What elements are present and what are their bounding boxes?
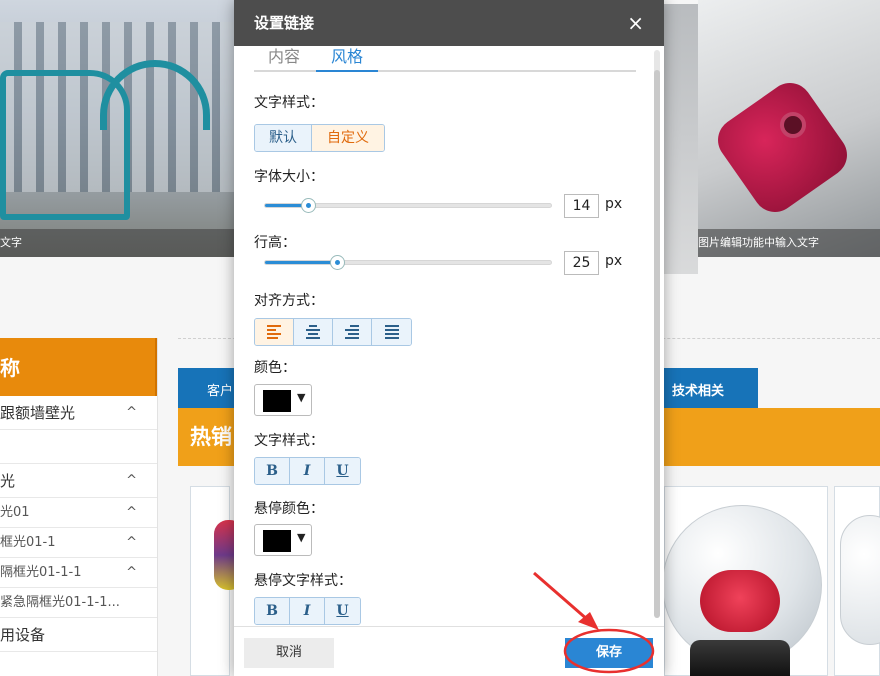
product-image-bow (690, 640, 790, 676)
line-height-slider-fill (265, 261, 337, 264)
sidebar-item[interactable]: 光 ^ (0, 464, 157, 498)
dialog-tabs: 内容 风格 (254, 46, 636, 72)
banner-image-edge (662, 4, 698, 274)
text-style-default-button[interactable]: 默认 (255, 125, 312, 151)
banner-caption-right: 图片编辑功能中输入文字 (698, 229, 880, 257)
text-style-toggle: 默认 自定义 (254, 124, 385, 152)
align-justify-icon[interactable] (372, 319, 411, 345)
save-button[interactable]: 保存 (565, 638, 653, 668)
tab-content[interactable]: 内容 (268, 46, 300, 68)
sidebar-item[interactable] (0, 430, 157, 464)
banner-caption-left: 文字 (0, 229, 240, 257)
sidebar-item[interactable]: 框光01-1 ^ (0, 528, 157, 558)
product-image-globe (840, 515, 880, 645)
dialog-title: 设置链接 (254, 14, 315, 32)
dialog-body: 内容 风格 文字样式： 默认 自定义 字体大小： 14 px 行高： 25 px… (234, 46, 664, 626)
bold-button[interactable]: B (255, 458, 290, 484)
hover-color-label: 悬停颜色： (254, 501, 324, 517)
dialog-footer: 取消 保存 (234, 626, 664, 676)
cancel-button[interactable]: 取消 (244, 638, 334, 668)
caret-down-icon: ▼ (297, 531, 306, 544)
chevron-up-icon[interactable]: ^ (126, 464, 137, 497)
hot-sale-title: 热销 (190, 425, 232, 449)
sharpener-hole (780, 112, 806, 138)
dialog-header: 设置链接 × (234, 0, 664, 46)
hover-color-picker[interactable]: ▼ (254, 524, 312, 556)
hover-format-label: 悬停文字样式： (254, 573, 352, 589)
nav-tab-tech[interactable]: 技术相关 (672, 380, 724, 399)
product-image-rose (700, 570, 780, 632)
color-swatch (263, 390, 291, 412)
line-height-input[interactable]: 25 (564, 251, 599, 275)
text-style-custom-button[interactable]: 自定义 (312, 125, 384, 151)
caret-down-icon: ▼ (297, 391, 306, 404)
text-style-label: 文字样式： (254, 95, 324, 111)
category-sidebar: 称 跟额墙壁光 ^ 光 ^ 光01 ^ 框光01-1 ^ 隔框光01-1-1 ^… (0, 338, 158, 676)
hover-italic-button[interactable]: I (290, 598, 325, 624)
color-label: 颜色： (254, 360, 296, 376)
chevron-up-icon[interactable]: ^ (126, 498, 137, 527)
sidebar-item[interactable]: 用设备 (0, 618, 157, 652)
hover-underline-button[interactable]: U (325, 598, 360, 624)
align-toggle (254, 318, 412, 346)
scrollbar-thumb[interactable] (654, 70, 660, 618)
text-format-toggle: B I U (254, 457, 361, 485)
sidebar-item-label: 跟额墙壁光 (0, 404, 76, 422)
sidebar-item-label: 紧急隔框光01-1-1... (0, 595, 120, 610)
sidebar-item-label: 光 (0, 472, 16, 490)
font-size-label: 字体大小： (254, 169, 324, 185)
banner-image-left (0, 0, 240, 257)
font-size-unit: px (605, 196, 623, 212)
nav-tab-customer[interactable]: 客户 (207, 380, 233, 399)
sidebar-item-label: 框光01-1 (0, 535, 56, 550)
line-height-slider-handle[interactable] (330, 255, 345, 270)
chevron-up-icon[interactable]: ^ (126, 558, 137, 587)
sidebar-item[interactable]: 光01 ^ (0, 498, 157, 528)
line-height-label: 行高： (254, 235, 296, 251)
chevron-up-icon[interactable]: ^ (126, 528, 137, 557)
line-height-unit: px (605, 253, 623, 269)
hover-color-swatch (263, 530, 291, 552)
hover-format-toggle: B I U (254, 597, 361, 625)
banner-reflection-right (698, 262, 880, 278)
font-size-slider[interactable] (264, 198, 552, 213)
font-size-input[interactable]: 14 (564, 194, 599, 218)
sidebar-item[interactable]: 隔框光01-1-1 ^ (0, 558, 157, 588)
sidebar-item[interactable]: 紧急隔框光01-1-1... (0, 588, 157, 618)
font-size-slider-handle[interactable] (301, 198, 316, 213)
sidebar-item[interactable]: 跟额墙壁光 ^ (0, 396, 157, 430)
chevron-up-icon[interactable]: ^ (126, 396, 137, 429)
align-center-icon[interactable] (294, 319, 333, 345)
tab-style[interactable]: 风格 (316, 46, 378, 72)
close-icon[interactable]: × (627, 0, 644, 46)
align-left-icon[interactable] (255, 319, 294, 345)
underline-button[interactable]: U (325, 458, 360, 484)
italic-button[interactable]: I (290, 458, 325, 484)
color-picker[interactable]: ▼ (254, 384, 312, 416)
sidebar-title: 称 (0, 338, 157, 396)
align-right-icon[interactable] (333, 319, 372, 345)
align-label: 对齐方式： (254, 293, 324, 309)
link-settings-dialog: 设置链接 × 内容 风格 文字样式： 默认 自定义 字体大小： 14 px 行高… (234, 0, 664, 676)
sidebar-item-label: 隔框光01-1-1 (0, 565, 82, 580)
hover-bold-button[interactable]: B (255, 598, 290, 624)
banner-reflection-left (0, 262, 240, 278)
text-format-label: 文字样式： (254, 433, 324, 449)
line-height-slider[interactable] (264, 255, 552, 270)
sidebar-item-label: 用设备 (0, 626, 46, 644)
sidebar-item-label: 光01 (0, 505, 30, 520)
